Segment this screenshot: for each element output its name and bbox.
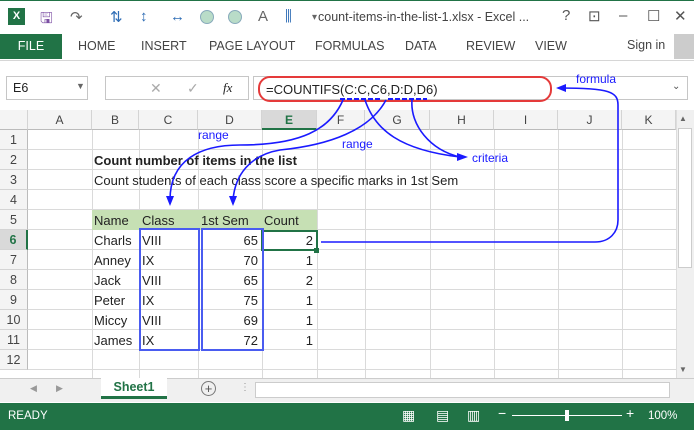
status-bar [0,403,694,430]
page-break-view-icon[interactable]: ▥ [467,407,480,424]
zoom-out-button[interactable]: − [498,405,506,421]
criteria-annotation: criteria [472,151,509,165]
range-arrow-c [169,99,344,201]
zoom-in-button[interactable]: + [626,405,634,421]
zoom-slider-thumb[interactable] [565,410,569,421]
horizontal-scrollbar[interactable] [255,382,670,398]
annotation-arrows [166,84,619,243]
scroll-up-icon[interactable]: ▲ [679,114,687,123]
normal-view-icon[interactable]: ▦ [402,407,415,424]
scroll-down-icon[interactable]: ▼ [679,365,687,374]
tab-split-handle[interactable]: ⋮ [240,382,250,393]
zoom-level[interactable]: 100% [648,410,677,422]
range-annotation-2: range [342,137,373,151]
add-sheet-button[interactable]: + [201,381,216,396]
status-text: READY [8,410,48,422]
next-sheet-icon[interactable]: ▶ [56,383,63,394]
prev-sheet-icon[interactable]: ◀ [30,383,37,394]
page-layout-view-icon[interactable]: ▤ [436,407,449,424]
vertical-scroll-thumb[interactable] [678,128,692,268]
sheet-tab-sheet1[interactable]: Sheet1 [101,378,167,399]
range-annotation-1: range [198,128,229,142]
formula-arrow [321,87,619,243]
